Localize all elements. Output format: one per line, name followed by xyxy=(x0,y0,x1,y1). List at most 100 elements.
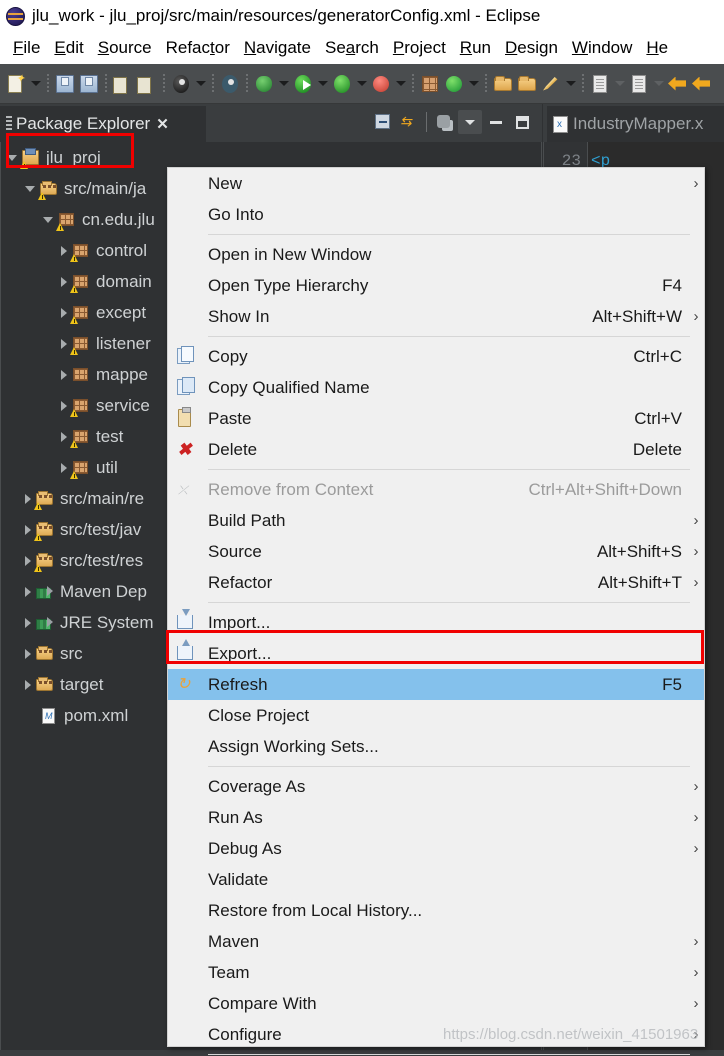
twisty-closed-icon[interactable] xyxy=(61,431,67,442)
twisty-closed-icon[interactable] xyxy=(25,648,31,659)
back-icon[interactable] xyxy=(667,73,689,95)
twisty-closed-icon[interactable] xyxy=(61,400,67,411)
menu-item-restore-from-local-history[interactable]: Restore from Local History... xyxy=(168,895,704,926)
twisty-closed-icon[interactable] xyxy=(61,307,67,318)
forward-icon[interactable] xyxy=(691,73,713,95)
new-class-icon[interactable] xyxy=(443,73,465,95)
twisty-open-icon[interactable] xyxy=(25,185,35,192)
close-icon[interactable]: ✕ xyxy=(156,115,169,133)
menu-design[interactable]: Design xyxy=(498,38,565,58)
menu-item-configure[interactable]: Configure › xyxy=(168,1019,704,1050)
twisty-closed-icon[interactable] xyxy=(61,369,67,380)
menu-item-accelerator: F5 xyxy=(662,674,682,694)
menu-item-source[interactable]: Source Alt+Shift+S › xyxy=(168,536,704,567)
twisty-closed-icon[interactable] xyxy=(25,679,31,690)
maximize-icon[interactable] xyxy=(510,110,534,134)
menu-item-go-into[interactable]: Go Into xyxy=(168,199,704,230)
twisty-closed-icon[interactable] xyxy=(25,586,31,597)
link-with-editor-icon[interactable]: ⇆ xyxy=(397,110,421,134)
annotation-dropdown-arrow[interactable] xyxy=(564,73,577,95)
menu-item-team[interactable]: Team › xyxy=(168,957,704,988)
run-dropdown-arrow[interactable] xyxy=(316,73,329,95)
warning-overlay-icon xyxy=(70,253,79,262)
stop-icon[interactable] xyxy=(370,73,392,95)
twisty-closed-icon[interactable] xyxy=(25,524,31,535)
menu-item-show-in[interactable]: Show In Alt+Shift+W › xyxy=(168,301,704,332)
tab-industry-mapper[interactable]: IndustryMapper.x xyxy=(547,104,724,142)
menu-item-import[interactable]: Import... xyxy=(168,607,704,638)
open-resource-icon[interactable] xyxy=(516,73,538,95)
twisty-closed-icon[interactable] xyxy=(25,555,31,566)
new-java-package-icon[interactable] xyxy=(419,73,441,95)
new-wizard-icon[interactable]: ✦ xyxy=(5,73,27,95)
menu-item-refresh[interactable]: ↻ Refresh F5 xyxy=(168,669,704,700)
user-icon[interactable] xyxy=(170,73,192,95)
menu-project[interactable]: Project xyxy=(386,38,453,58)
twisty-open-icon[interactable] xyxy=(7,154,17,161)
twisty-closed-icon[interactable] xyxy=(61,245,67,256)
debug-dropdown-arrow[interactable] xyxy=(277,73,290,95)
minimize-icon[interactable] xyxy=(484,110,508,134)
previous-annotation-icon[interactable] xyxy=(628,73,650,95)
menu-item-icon-slot xyxy=(168,1019,208,1050)
twisty-closed-icon[interactable] xyxy=(61,338,67,349)
menu-item-debug-as[interactable]: Debug As › xyxy=(168,833,704,864)
menu-item-icon-slot xyxy=(168,957,208,988)
menu-navigate[interactable]: Navigate xyxy=(237,38,318,58)
menu-item-delete[interactable]: ✖ Delete Delete xyxy=(168,434,704,465)
menu-item-open-type-hierarchy[interactable]: Open Type Hierarchy F4 xyxy=(168,270,704,301)
menu-item-copy[interactable]: Copy Ctrl+C xyxy=(168,341,704,372)
menu-item-close-project[interactable]: Close Project xyxy=(168,700,704,731)
view-dropdown-icon[interactable] xyxy=(458,110,482,134)
save-icon[interactable] xyxy=(54,73,76,95)
menu-source[interactable]: Source xyxy=(91,38,159,58)
run-icon[interactable] xyxy=(292,73,314,95)
context-menu[interactable]: New › Go Into Open in New Window Open Type H… xyxy=(167,167,705,1055)
menu-item-new[interactable]: New › xyxy=(168,168,704,199)
new-dropdown-arrow[interactable] xyxy=(29,73,42,95)
coverage-dropdown-arrow[interactable] xyxy=(355,73,368,95)
menu-edit[interactable]: Edit xyxy=(47,38,90,58)
menu-item-compare-with[interactable]: Compare With › xyxy=(168,988,704,1019)
menu-item-maven[interactable]: Maven › xyxy=(168,926,704,957)
menu-item-refactor[interactable]: Refactor Alt+Shift+T › xyxy=(168,567,704,598)
menu-item-validate[interactable]: Validate xyxy=(168,864,704,895)
print-icon[interactable] xyxy=(112,73,134,95)
menu-item-run-as[interactable]: Run As › xyxy=(168,802,704,833)
menu-he[interactable]: He xyxy=(639,38,675,58)
skip-breakpoints-icon[interactable] xyxy=(219,73,241,95)
save-all-icon[interactable] xyxy=(78,73,100,95)
twisty-closed-icon[interactable] xyxy=(61,276,67,287)
collapse-all-icon[interactable] xyxy=(371,110,395,134)
menu-item-build-path[interactable]: Build Path › xyxy=(168,505,704,536)
menu-file[interactable]: File xyxy=(6,38,47,58)
open-type-icon[interactable] xyxy=(492,73,514,95)
next-dropdown-arrow[interactable] xyxy=(613,73,626,95)
tab-package-explorer[interactable]: Package Explorer ✕ xyxy=(0,104,206,142)
new-class-dropdown-arrow[interactable] xyxy=(467,73,480,95)
twisty-closed-icon[interactable] xyxy=(61,462,67,473)
menu-search[interactable]: Search xyxy=(318,38,386,58)
user-dropdown-arrow[interactable] xyxy=(194,73,207,95)
menu-refactor[interactable]: Refactor xyxy=(159,38,237,58)
menu-run[interactable]: Run xyxy=(453,38,498,58)
annotation-icon[interactable] xyxy=(540,73,562,95)
stop-dropdown-arrow[interactable] xyxy=(394,73,407,95)
coverage-icon[interactable] xyxy=(331,73,353,95)
twisty-closed-icon[interactable] xyxy=(25,617,31,628)
menu-item-export[interactable]: Export... xyxy=(168,638,704,669)
menu-item-coverage-as[interactable]: Coverage As › xyxy=(168,771,704,802)
export-icon[interactable] xyxy=(136,73,158,95)
menu-item-paste[interactable]: Paste Ctrl+V xyxy=(168,403,704,434)
twisty-open-icon[interactable] xyxy=(43,216,53,223)
menu-window[interactable]: Window xyxy=(565,38,639,58)
previous-dropdown-arrow[interactable] xyxy=(652,73,665,95)
next-annotation-icon[interactable] xyxy=(589,73,611,95)
twisty-closed-icon[interactable] xyxy=(25,493,31,504)
debug-icon[interactable] xyxy=(253,73,275,95)
menu-item-assign-working-sets[interactable]: Assign Working Sets... xyxy=(168,731,704,762)
view-menu-icon[interactable] xyxy=(432,110,456,134)
menu-item-accelerator: Ctrl+Alt+Shift+Down xyxy=(528,479,682,499)
menu-item-copy-qualified-name[interactable]: Copy Qualified Name xyxy=(168,372,704,403)
menu-item-open-in-new-window[interactable]: Open in New Window xyxy=(168,239,704,270)
